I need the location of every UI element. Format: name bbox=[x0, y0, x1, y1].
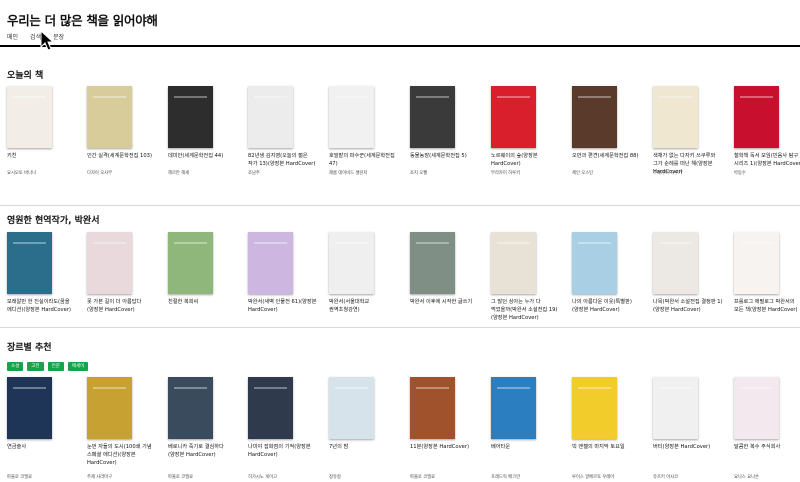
book-author: 루이스 알베르토 우레아 bbox=[572, 475, 615, 480]
book-cover[interactable] bbox=[734, 377, 779, 439]
book-author: 무라카미 하루키 bbox=[653, 171, 683, 176]
book-title: 인간 실격(세계문학전집 103) bbox=[87, 153, 152, 159]
book-cover[interactable] bbox=[734, 232, 779, 294]
book-author: 무라카미 하루키 bbox=[491, 171, 521, 176]
book-cover[interactable] bbox=[7, 86, 52, 148]
book-author: 조남주 bbox=[248, 171, 260, 176]
book-title: 11분(양장본 HardCover) bbox=[410, 444, 469, 450]
nav-sentence[interactable]: 문장 bbox=[53, 32, 64, 41]
shelf-genre: 연금술사파울로 코엘료 눈먼 자들의 도시(100쇄 기념 스페셜 에디션)(양장… bbox=[0, 377, 800, 482]
book-title: 7년의 밤 bbox=[329, 444, 349, 450]
genre-button-humanities[interactable]: 인문 bbox=[47, 362, 64, 371]
book-title: 달콤한 복수 주식회사 bbox=[734, 444, 781, 450]
book-title: 노르웨이의 숲(양장본 HardCover) bbox=[491, 153, 538, 167]
book-author: 히가시노 게이고 bbox=[248, 475, 278, 480]
book-title: 빅 엔젤의 마지막 토요일 bbox=[572, 444, 625, 450]
genre-button-essay[interactable]: 에세이 bbox=[67, 362, 89, 371]
book-title: 나목(박완서 소설전집 결정판 1)(양장본 HardCover) bbox=[653, 299, 723, 313]
book-cover[interactable] bbox=[572, 232, 617, 294]
book-author: 조지 오웰 bbox=[410, 171, 428, 176]
book-author: 다자이 오사무 bbox=[87, 171, 113, 176]
book-author: 파울로 코엘료 bbox=[7, 475, 33, 480]
book-title: 연금술사 bbox=[7, 444, 27, 450]
book-title: 나미야 잡화점의 기적(양장본 HardCover) bbox=[248, 444, 311, 458]
book-cover[interactable] bbox=[329, 232, 374, 294]
book-cover[interactable] bbox=[572, 377, 617, 439]
book-cover[interactable] bbox=[87, 86, 132, 148]
book-author: 프레드릭 배크만 bbox=[491, 475, 521, 480]
book-title: 철학책 독서 모임(민음사 탐구 시리즈 1)(양장본 HardCover) bbox=[734, 153, 800, 167]
book-title: 박완서(새벽 인물전 61)(양장본 HardCover) bbox=[248, 299, 317, 313]
book-cover[interactable] bbox=[7, 377, 52, 439]
book-title: 프롤로그 에필로그 박완서의 모든 책(양장본 HardCover) bbox=[734, 299, 798, 313]
book-title: 나의 아름다운 이웃(특별판)(양장본 HardCover) bbox=[572, 299, 632, 313]
book-cover[interactable] bbox=[329, 377, 374, 439]
book-cover[interactable] bbox=[653, 232, 698, 294]
genre-button-novel[interactable]: 소설 bbox=[7, 362, 24, 371]
book-author: 헤르만 헤세 bbox=[168, 171, 190, 176]
book-cover[interactable] bbox=[248, 232, 293, 294]
book-cover[interactable] bbox=[7, 232, 52, 294]
book-author: 박동수 bbox=[734, 171, 746, 176]
section-title-today: 오늘의 책 bbox=[7, 71, 44, 81]
book-title: 키친 bbox=[7, 153, 17, 159]
book-title: 베로니카 죽기로 결심하다(양장본 HardCover) bbox=[168, 444, 224, 458]
book-cover[interactable] bbox=[168, 232, 213, 294]
section-divider bbox=[0, 327, 800, 328]
book-title: 모래알만 한 진실이라도(꿈을 에디션)(양장본 HardCover) bbox=[7, 299, 71, 313]
book-title: 호밀밭의 파수꾼(세계문학전집 47) bbox=[329, 153, 395, 167]
book-title: 눈먼 자들의 도시(100쇄 기념 스페셜 에디션)(양장본 HardCover… bbox=[87, 444, 152, 466]
book-title: 못 가본 길이 더 아름답다(양장본 HardCover) bbox=[87, 299, 142, 313]
book-title: 동물농장(세계문학전집 5) bbox=[410, 153, 467, 159]
section-divider bbox=[0, 205, 800, 206]
section-title-park-wanseo: 영원한 현역작가, 박완서 bbox=[7, 216, 100, 226]
book-title: 그 많던 싱아는 누가 다 먹었을까(박완서 소설전집 19)(양장본 Hard… bbox=[491, 299, 558, 321]
book-author: 파울로 코엘료 bbox=[410, 475, 436, 480]
book-author: 제롬 데이비드 샐린저 bbox=[329, 171, 368, 176]
book-cover[interactable] bbox=[248, 377, 293, 439]
shelf-park-wanseo: 모래알만 한 진실이라도(꿈을 에디션)(양장본 HardCover) 못 가본 … bbox=[0, 232, 800, 342]
book-title: 82년생 김지영(오늘의 젊은 작가 13)(양장본 HardCover) bbox=[248, 153, 316, 167]
book-cover[interactable] bbox=[491, 232, 536, 294]
book-title: 친절한 복희씨 bbox=[168, 299, 199, 305]
book-cover[interactable] bbox=[329, 86, 374, 148]
book-title: 베어타운 bbox=[491, 444, 511, 450]
section-title-genre: 장르별 추천 bbox=[7, 343, 52, 353]
book-cover[interactable] bbox=[410, 232, 455, 294]
nav-divider bbox=[0, 45, 800, 47]
book-cover[interactable] bbox=[87, 232, 132, 294]
site-title: 우리는 더 많은 책을 읽어야해 bbox=[7, 13, 158, 28]
shelf-today: 키친요시모토 바나나 인간 실격(세계문학전집 103) 다자이 오사무 데미안(세계… bbox=[0, 86, 800, 196]
book-author: 파울로 코엘료 bbox=[168, 475, 194, 480]
book-title: 박완서 이후에 시작한 글쓰기 bbox=[410, 299, 473, 305]
book-author: 제인 오스틴 bbox=[572, 171, 594, 176]
mouse-cursor-icon bbox=[40, 30, 54, 51]
book-author: 유즈키 아사코 bbox=[653, 475, 679, 480]
book-cover[interactable] bbox=[410, 377, 455, 439]
book-title: 오만과 편견(세계문학전집 88) bbox=[572, 153, 639, 159]
book-title: 박완서(서울대학교 권역초청강연) bbox=[329, 299, 370, 313]
book-cover[interactable] bbox=[491, 377, 536, 439]
book-cover[interactable] bbox=[168, 86, 213, 148]
book-cover[interactable] bbox=[248, 86, 293, 148]
genre-filter: 소설 고전 인문 에세이 bbox=[7, 362, 89, 371]
book-cover[interactable] bbox=[491, 86, 536, 148]
book-title: 버티(양장본 HardCover) bbox=[653, 444, 711, 450]
book-author: 요시모토 바나나 bbox=[7, 171, 37, 176]
book-author: 정유정 bbox=[329, 475, 341, 480]
nav-main[interactable]: 메인 bbox=[7, 32, 18, 41]
book-author: 주제 사라마구 bbox=[87, 475, 113, 480]
book-title: 데미안(세계문학전집 44) bbox=[168, 153, 224, 159]
genre-button-classic[interactable]: 고전 bbox=[27, 362, 44, 371]
book-author: 요나스 요나손 bbox=[734, 475, 760, 480]
book-cover[interactable] bbox=[653, 86, 698, 148]
book-cover[interactable] bbox=[653, 377, 698, 439]
book-cover[interactable] bbox=[572, 86, 617, 148]
main-nav: 메인 검색 문장 bbox=[7, 32, 64, 41]
book-cover[interactable] bbox=[734, 86, 779, 148]
book-cover[interactable] bbox=[410, 86, 455, 148]
book-cover[interactable] bbox=[87, 377, 132, 439]
book-cover[interactable] bbox=[168, 377, 213, 439]
